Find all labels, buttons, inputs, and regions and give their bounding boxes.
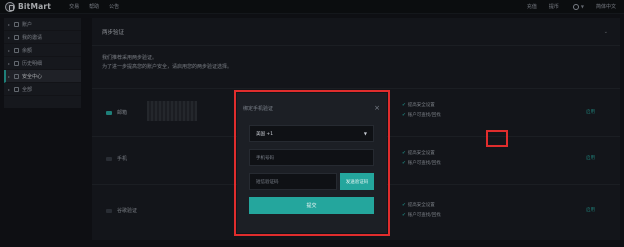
bind-phone-modal: 绑定手机验证 × 美国 +1 ▼ 手机号码 短信验证码 发送验证码 提交	[237, 93, 387, 233]
country-code-select[interactable]: 美国 +1 ▼	[249, 125, 374, 142]
sms-code-input[interactable]: 短信验证码	[249, 173, 337, 190]
selected-country: 美国 +1	[256, 131, 274, 137]
phone-number-input[interactable]: 手机号码	[249, 149, 374, 166]
submit-button[interactable]: 提交	[249, 197, 374, 214]
modal-header: 绑定手机验证 ×	[237, 93, 387, 123]
chevron-down-icon: ▼	[363, 131, 367, 136]
close-icon[interactable]: ×	[374, 104, 380, 112]
highlight-annotation-enable-phone	[486, 130, 508, 147]
send-code-button[interactable]: 发送验证码	[340, 173, 374, 190]
modal-title: 绑定手机验证	[243, 105, 274, 112]
